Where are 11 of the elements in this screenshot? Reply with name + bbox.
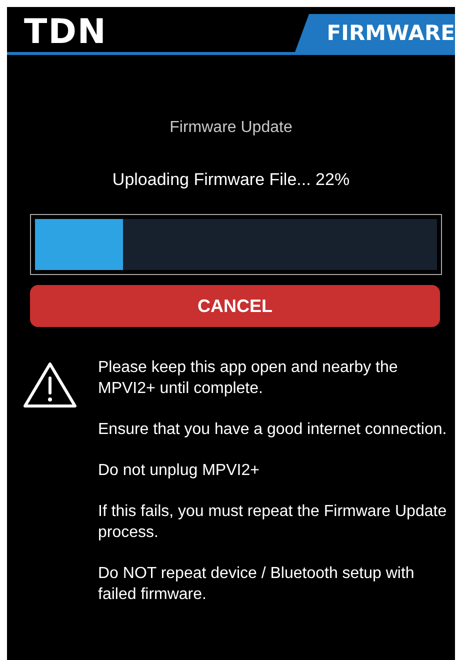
warning-icon <box>22 361 78 409</box>
upload-status: Uploading Firmware File... 22% <box>111 170 351 190</box>
warning-text: Please keep this app open and nearby the MPVI2+ until complete. <box>98 358 399 399</box>
warning-text: Do NOT repeat device / Bluetooth setup with failed firmware. <box>98 564 416 605</box>
screen-title: Firmware Update <box>168 119 294 137</box>
cancel-button[interactable]: CANCEL <box>30 285 440 327</box>
warning-text: Ensure that you have a good internet connection. <box>98 420 448 440</box>
warning-text: Do not unplug MPVI2+ <box>98 461 260 481</box>
tdn-logo: TDN <box>24 13 107 51</box>
warning-text: If this fails, you must repeat the Firmware Update process. <box>98 502 448 543</box>
section-banner: FIRMWARE <box>295 14 455 52</box>
